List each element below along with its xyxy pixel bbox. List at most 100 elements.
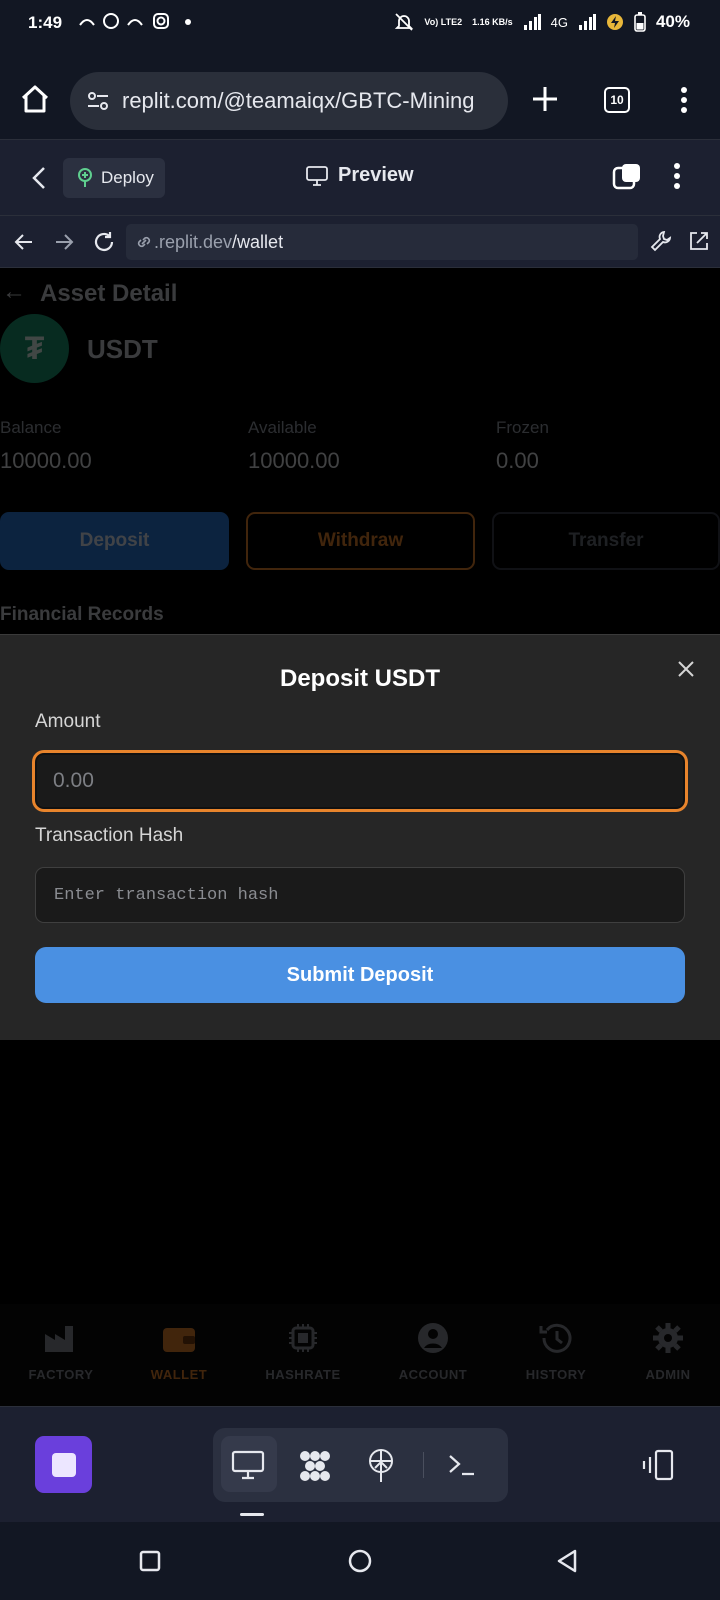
link-icon — [137, 236, 151, 248]
replit-menu-icon[interactable] — [673, 162, 681, 190]
instagram-icon — [153, 13, 169, 29]
site-settings-icon[interactable] — [86, 89, 110, 113]
stop-button[interactable] — [35, 1436, 92, 1493]
deposit-button[interactable]: Deposit — [0, 512, 229, 570]
preview-url-domain: .replit.dev — [154, 231, 233, 252]
submit-deposit-button[interactable]: Submit Deposit — [35, 947, 685, 1003]
layout-toggle-icon[interactable] — [640, 1449, 676, 1481]
status-bar: 1:49 Vo) LTE2 1.16 KB/s 4G 40% — [0, 0, 720, 46]
factory-icon — [45, 1326, 73, 1352]
frozen-label: Frozen — [496, 418, 549, 437]
charging-icon — [606, 14, 623, 30]
nav-history-label: HISTORY — [525, 1367, 587, 1382]
replit-header: Deploy Preview — [0, 140, 720, 216]
asset-back-arrow-icon[interactable]: ← — [2, 278, 26, 306]
transaction-hash-label: Transaction Hash — [35, 825, 184, 846]
android-nav-bar — [0, 1522, 720, 1600]
address-bar[interactable]: replit.com/@teamaiqx/GBTC-Mining — [70, 72, 508, 130]
reload-icon[interactable] — [92, 230, 116, 254]
tool-divider — [423, 1452, 424, 1478]
nav-hashrate-label: HASHRATE — [265, 1367, 341, 1382]
amount-label: Amount — [35, 711, 101, 732]
withdraw-button[interactable]: Withdraw — [246, 512, 475, 570]
notification-icons — [78, 12, 228, 36]
app-bottom-nav: FACTORY WALLET HASHRATE ACCOUNT HISTORY … — [0, 1304, 720, 1406]
dot-icon — [185, 19, 191, 25]
whatsapp-icon — [103, 13, 119, 29]
nav-account[interactable]: ACCOUNT — [378, 1322, 488, 1382]
nav-wallet[interactable]: WALLET — [124, 1322, 234, 1382]
user-circle-icon — [418, 1323, 448, 1353]
active-tool-indicator — [240, 1513, 264, 1516]
browser-menu-icon[interactable] — [680, 86, 688, 114]
modal-title: Deposit USDT — [279, 665, 440, 692]
back-chevron-icon[interactable] — [32, 166, 46, 190]
preview-forward-icon[interactable] — [54, 232, 74, 252]
preview-label: Preview — [338, 164, 414, 186]
close-icon[interactable] — [674, 657, 698, 681]
frozen-value: 0.00 — [496, 448, 539, 473]
replit-toolbar — [0, 1406, 720, 1522]
preview-back-icon[interactable] — [14, 232, 34, 252]
mute-bell-icon — [395, 13, 414, 31]
status-time: 1:49 — [28, 13, 63, 32]
nav-admin[interactable]: ADMIN — [613, 1322, 720, 1382]
address-url[interactable]: replit.com/@teamaiqx/GBTC-Mining — [122, 88, 492, 114]
workspace-tool-icon[interactable] — [297, 1448, 333, 1484]
deploy-button[interactable]: Deploy — [63, 158, 165, 198]
transfer-button[interactable]: Transfer — [492, 512, 720, 570]
monitor-icon — [306, 165, 328, 186]
volte-badge: Vo) LTE2 — [424, 16, 463, 27]
chip-icon — [289, 1324, 317, 1352]
net-speed: 1.16 KB/s — [472, 16, 513, 27]
home-icon[interactable] — [20, 84, 50, 114]
transaction-hash-input[interactable] — [35, 867, 685, 923]
preview-url-field[interactable]: .replit.dev/wallet — [126, 224, 638, 260]
balance-value: 10000.00 — [0, 448, 92, 473]
nav-factory[interactable]: FACTORY — [6, 1322, 116, 1382]
nav-history[interactable]: HISTORY — [501, 1322, 611, 1382]
available-label: Available — [248, 418, 317, 437]
battery-percent: 40% — [655, 12, 690, 31]
battery-icon — [634, 12, 646, 32]
new-tab-icon[interactable] — [532, 86, 558, 112]
financial-records-heading: Financial Records — [0, 604, 164, 625]
preview-url-path: /wallet — [232, 231, 284, 252]
deposit-modal: Deposit USDT Amount Transaction Hash Sub… — [0, 634, 720, 1040]
nav-account-label: ACCOUNT — [398, 1367, 468, 1382]
network-type: 4G — [550, 14, 568, 30]
preview-nav-bar: .replit.dev/wallet — [0, 216, 720, 268]
coin-name: USDT — [87, 334, 158, 364]
deploy-icon — [78, 168, 92, 187]
notification-icon-row — [79, 13, 191, 29]
panes-icon[interactable] — [612, 162, 642, 192]
amount-input[interactable] — [35, 753, 685, 809]
deploy-label: Deploy — [101, 168, 154, 187]
signal-icon-2 — [578, 14, 596, 30]
back-nav-icon[interactable] — [556, 1549, 578, 1573]
nav-hashrate[interactable]: HASHRATE — [248, 1322, 358, 1382]
usdt-coin-icon: ₮ — [0, 314, 69, 383]
browser-toolbar: replit.com/@teamaiqx/GBTC-Mining 10 — [0, 46, 720, 140]
devtools-wrench-icon[interactable] — [650, 230, 672, 252]
balance-label: Balance — [0, 418, 62, 437]
nav-admin-label: ADMIN — [645, 1367, 691, 1382]
deploy-tool-icon[interactable] — [366, 1448, 396, 1484]
nav-wallet-label: WALLET — [150, 1367, 208, 1382]
status-right: Vo) LTE2 1.16 KB/s 4G 40% — [394, 12, 690, 32]
wallet-icon — [163, 1328, 195, 1352]
available-value: 10000.00 — [248, 448, 340, 473]
tab-switcher-button[interactable]: 10 — [604, 87, 630, 113]
missed-call-icon — [127, 19, 143, 26]
signal-icon — [523, 14, 541, 30]
nav-factory-label: FACTORY — [28, 1367, 94, 1382]
tool-switcher — [213, 1428, 508, 1502]
missed-call-icon — [79, 19, 95, 26]
recents-icon[interactable] — [139, 1550, 161, 1572]
preview-tab[interactable]: Preview — [306, 164, 414, 187]
shell-tool-icon[interactable] — [447, 1452, 477, 1478]
preview-tool-icon[interactable] — [231, 1450, 265, 1480]
home-nav-icon[interactable] — [348, 1549, 372, 1573]
open-external-icon[interactable] — [688, 230, 710, 252]
stop-icon — [51, 1452, 76, 1477]
